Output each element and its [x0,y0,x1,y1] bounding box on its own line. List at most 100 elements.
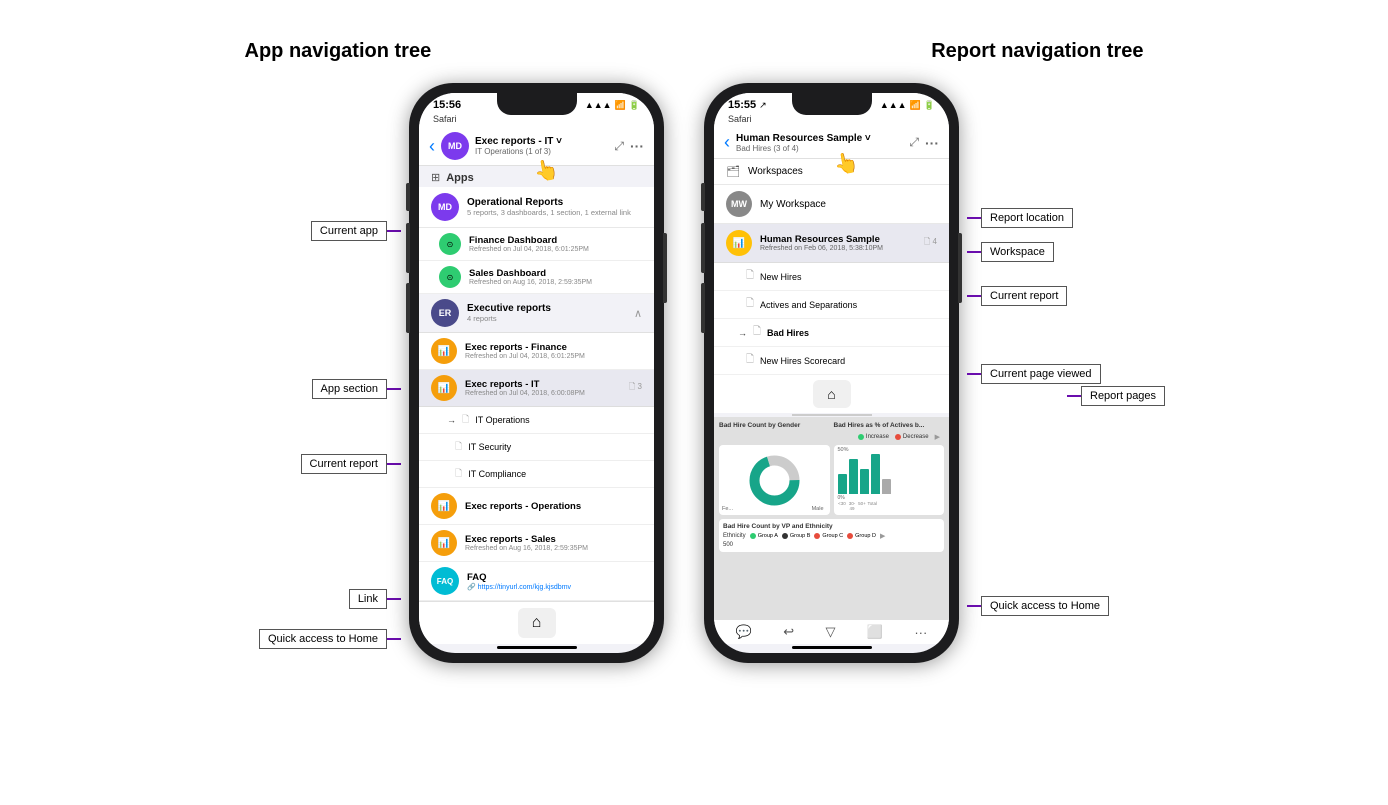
left-nav-title: Exec reports - IT ˅ [475,136,608,147]
wifi-icon: 📶 [615,100,626,111]
bar-chart: 50% 0% [834,445,945,515]
right-annotations: Report location Workspace Current report… [959,83,1134,616]
current-app-label-item: Current app [311,221,401,241]
exec-reports-section: ER Executive reports 4 reports ∧ [419,294,654,333]
workspaces-label: Workspaces [748,166,803,177]
faq-title: FAQ [467,572,642,583]
section-collapse-icon[interactable]: ∧ [634,307,642,320]
actives-text: Actives and Separations [760,300,857,310]
exec-finance-sub: Refreshed on Jul 04, 2018, 6:01:25PM [465,353,642,360]
right-phone-screen: 15:55 ↗ ▲▲▲ 📶 🔋 Safari ‹ [714,93,949,653]
it-security-item[interactable]: 🗋 IT Security [419,434,654,461]
right-nav-back[interactable]: ‹ [724,132,730,153]
comments-icon[interactable]: 💬 [736,624,752,640]
report-location-label-item: Report location [967,208,1073,228]
copy-icon[interactable]: ⬜ [867,624,883,640]
left-scroll[interactable]: ⊞ Apps MD Operational Reports 5 reports,… [419,166,654,601]
finance-sub: Refreshed on Jul 04, 2018, 6:01:25PM [469,246,642,253]
quick-home-right-label-item: Quick access to Home [967,596,1109,616]
left-annotations: Current app App section Current report L… [254,83,409,649]
operational-text: Operational Reports 5 reports, 3 dashboa… [467,197,642,217]
right-title: Report navigation tree [931,40,1143,63]
battery-icon: 🔋 [629,100,640,111]
left-section: Current app App section Current report L… [254,83,664,663]
right-battery-icon: 🔋 [924,100,935,111]
filter-icon[interactable]: ▽ [825,624,835,640]
left-nav-back[interactable]: ‹ [429,136,435,157]
grid-icon: ⊞ [431,171,440,184]
right-home-indicator [792,646,872,649]
faq-url[interactable]: 🔗 https://tinyurl.com/kjg.kjsdbmv [467,583,642,591]
operational-reports-item[interactable]: MD Operational Reports 5 reports, 3 dash… [419,187,654,228]
right-home-row: ⌂ [714,375,949,413]
workspaces-item[interactable]: 🗂 Workspaces [714,159,949,185]
exec-sales-icon: 📊 [431,530,457,556]
scorecard-text: New Hires Scorecard [760,356,845,366]
it-sec-text: IT Security [468,442,511,452]
it-compliance-item[interactable]: 🗋 IT Compliance [419,461,654,488]
workspace-label-item: Workspace [967,242,1054,262]
left-nav-subtitle: IT Operations (1 of 3) [475,147,608,156]
right-home-btn[interactable]: ⌂ [813,380,851,408]
right-wifi-icon: 📶 [910,100,921,111]
apps-label: Apps [446,172,474,184]
left-title: App navigation tree [245,40,432,63]
new-hires-doc: 🗋 [746,268,754,285]
quick-home-left-label: Quick access to Home [259,629,387,649]
operational-title: Operational Reports [467,197,642,208]
bad-hires-text: Bad Hires [767,328,809,338]
right-scroll[interactable]: 🗂 Workspaces MW My Workspace 📊 [714,159,949,619]
exec-ops-title: Exec reports - Operations [465,501,642,512]
scorecard-page[interactable]: 🗋 New Hires Scorecard [714,347,949,375]
exec-sales-sub: Refreshed on Aug 16, 2018, 2:59:35PM [465,545,642,552]
right-nav-title-block: Human Resources Sample ˅ Bad Hires (3 of… [736,133,903,153]
right-section: 15:55 ↗ ▲▲▲ 📶 🔋 Safari ‹ [704,83,1134,663]
exec-it-title: Exec reports - IT [465,379,621,390]
new-hires-page[interactable]: 🗋 New Hires [714,263,949,291]
sales-dashboard-item[interactable]: ⊙ Sales Dashboard Refreshed on Aug 16, 2… [419,261,654,294]
app-section-label: App section [312,379,387,399]
faq-avatar: FAQ [431,567,459,595]
more-icon[interactable]: ··· [914,625,927,640]
ethnicity-title: Bad Hire Count by VP and Ethnicity [723,523,940,530]
hr-report-item[interactable]: 📊 Human Resources Sample Refreshed on Fe… [714,224,949,263]
hr-report-text: Human Resources Sample Refreshed on Feb … [760,234,916,252]
exec-finance-item[interactable]: 📊 Exec reports - Finance Refreshed on Ju… [419,333,654,370]
current-report-right-label: Current report [981,286,1067,306]
workspaces-icon: 🗂 [726,165,740,178]
exec-reports-sub: 4 reports [467,314,626,323]
left-nav-more[interactable]: ··· [630,138,644,154]
exec-sales-item[interactable]: 📊 Exec reports - Sales Refreshed on Aug … [419,525,654,562]
right-nav-expand[interactable]: ⤢ [909,135,919,150]
right-nav-more[interactable]: ··· [925,135,939,151]
it-ops-text: IT Operations [475,415,529,425]
current-page-label-item: Current page viewed [967,364,1101,384]
bad-hires-page[interactable]: → 🗋 Bad Hires [714,319,949,347]
er-avatar: ER [431,299,459,327]
report-pages-label-item: Report pages [1067,386,1165,406]
it-comp-doc: 🗋 [455,466,462,482]
left-nav-expand[interactable]: ⤢ [614,139,624,154]
faq-item[interactable]: FAQ FAQ 🔗 https://tinyurl.com/kjg.kjsdbm… [419,562,654,601]
exec-it-item[interactable]: 📊 Exec reports - IT Refreshed on Jul 04,… [419,370,654,407]
it-operations-item[interactable]: → 🗋 IT Operations [419,407,654,434]
mw-avatar: MW [726,191,752,217]
exec-finance-icon: 📊 [431,338,457,364]
ethnicity-section: Bad Hire Count by VP and Ethnicity Ethni… [719,519,944,552]
md-avatar: MD [431,193,459,221]
exec-ops-item[interactable]: 📊 Exec reports - Operations [419,488,654,525]
finance-title: Finance Dashboard [469,235,642,246]
undo-icon[interactable]: ↩ [783,624,794,640]
right-phone-frame: 15:55 ↗ ▲▲▲ 📶 🔋 Safari ‹ [704,83,959,663]
preview-area: Bad Hire Count by Gender Bad Hires as % … [714,417,949,619]
left-home-btn[interactable]: ⌂ [518,608,556,638]
right-arrow-icon: ↗ [759,100,767,111]
my-workspace-item[interactable]: MW My Workspace [714,185,949,224]
left-status-time: 15:56 [433,99,461,111]
report-pages-label: Report pages [1081,386,1165,406]
actives-sep-page[interactable]: 🗋 Actives and Separations [714,291,949,319]
current-report-left-label-item: Current report [301,454,401,474]
finance-dashboard-item[interactable]: ⊙ Finance Dashboard Refreshed on Jul 04,… [419,228,654,261]
quick-home-left-label-item: Quick access to Home [259,629,401,649]
hr-report-count: 🗋 4 [924,236,937,250]
